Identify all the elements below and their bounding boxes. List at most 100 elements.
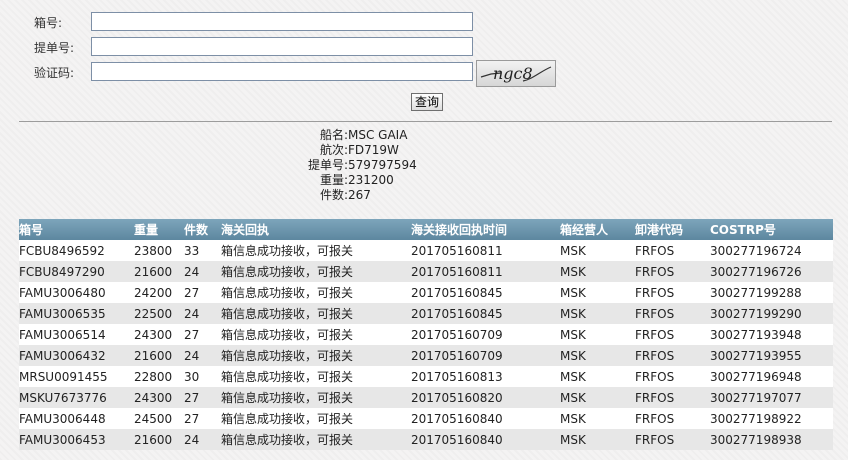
cell-container-no: FAMU3006514 <box>19 324 134 345</box>
vessel-value: MSC GAIA <box>348 128 408 142</box>
cell-receipt-time: 201705160845 <box>411 303 560 324</box>
cell-pieces: 24 <box>184 303 221 324</box>
cell-receipt-time: 201705160845 <box>411 282 560 303</box>
cell-operator: MSK <box>560 261 635 282</box>
voyage-value: FD719W <box>348 143 399 157</box>
cell-costrp-no: 300277196726 <box>710 261 833 282</box>
divider <box>19 121 832 122</box>
cell-container-no: MSKU7673776 <box>19 387 134 408</box>
cell-receipt-time: 201705160811 <box>411 240 560 261</box>
cell-port-code: FRFOS <box>635 324 710 345</box>
cell-weight: 24200 <box>134 282 184 303</box>
table-row: FAMU3006453 21600 24 箱信息成功接收，可报关 2017051… <box>19 429 833 450</box>
cell-customs-receipt: 箱信息成功接收，可报关 <box>221 429 411 450</box>
header-receipt-time: 海关接收回执时间 <box>411 219 560 240</box>
table-row: FCBU8496592 23800 33 箱信息成功接收，可报关 2017051… <box>19 240 833 261</box>
bl-no-input[interactable] <box>91 37 473 56</box>
cell-port-code: FRFOS <box>635 387 710 408</box>
captcha-image[interactable]: ngc8 <box>476 60 556 87</box>
header-costrp-no: COSTRP号 <box>710 219 833 240</box>
cell-container-no: FAMU3006535 <box>19 303 134 324</box>
cell-customs-receipt: 箱信息成功接收，可报关 <box>221 303 411 324</box>
cell-receipt-time: 201705160811 <box>411 261 560 282</box>
cell-costrp-no: 300277198922 <box>710 408 833 429</box>
cell-weight: 23800 <box>134 240 184 261</box>
table-row: FAMU3006448 24500 27 箱信息成功接收，可报关 2017051… <box>19 408 833 429</box>
weight-value: 231200 <box>348 173 394 187</box>
captcha-label: 验证码: <box>34 66 75 80</box>
cell-costrp-no: 300277198938 <box>710 429 833 450</box>
bl-value: 579797594 <box>348 158 417 172</box>
cell-costrp-no: 300277199288 <box>710 282 833 303</box>
table-row: FAMU3006480 24200 27 箱信息成功接收，可报关 2017051… <box>19 282 833 303</box>
pieces-line: 件数: 267 <box>0 188 848 203</box>
cell-customs-receipt: 箱信息成功接收，可报关 <box>221 282 411 303</box>
cell-operator: MSK <box>560 345 635 366</box>
cell-operator: MSK <box>560 408 635 429</box>
cell-operator: MSK <box>560 282 635 303</box>
cell-weight: 24300 <box>134 324 184 345</box>
cell-operator: MSK <box>560 240 635 261</box>
table-row: MRSU0091455 22800 30 箱信息成功接收，可报关 2017051… <box>19 366 833 387</box>
cell-weight: 21600 <box>134 261 184 282</box>
cell-customs-receipt: 箱信息成功接收，可报关 <box>221 366 411 387</box>
weight-line: 重量: 231200 <box>0 173 848 188</box>
vessel-label: 船名: <box>319 128 348 142</box>
cell-port-code: FRFOS <box>635 261 710 282</box>
cell-container-no: FAMU3006448 <box>19 408 134 429</box>
cell-weight: 22500 <box>134 303 184 324</box>
query-button[interactable]: 查询 <box>411 93 444 111</box>
cell-receipt-time: 201705160709 <box>411 324 560 345</box>
weight-label: 重量: <box>319 173 348 187</box>
table-row: FAMU3006535 22500 24 箱信息成功接收，可报关 2017051… <box>19 303 833 324</box>
cell-costrp-no: 300277197077 <box>710 387 833 408</box>
cell-pieces: 24 <box>184 429 221 450</box>
captcha-input[interactable] <box>91 62 473 81</box>
table-row: MSKU7673776 24300 27 箱信息成功接收，可报关 2017051… <box>19 387 833 408</box>
cell-pieces: 27 <box>184 282 221 303</box>
cell-weight: 24300 <box>134 387 184 408</box>
cell-weight: 24500 <box>134 408 184 429</box>
cell-operator: MSK <box>560 366 635 387</box>
cell-customs-receipt: 箱信息成功接收，可报关 <box>221 240 411 261</box>
container-table: 箱号 重量 件数 海关回执 海关接收回执时间 箱经营人 卸港代码 COSTRP号… <box>19 219 833 450</box>
cell-operator: MSK <box>560 324 635 345</box>
cell-costrp-no: 300277196948 <box>710 366 833 387</box>
cell-port-code: FRFOS <box>635 240 710 261</box>
cell-pieces: 30 <box>184 366 221 387</box>
cell-pieces: 33 <box>184 240 221 261</box>
cell-receipt-time: 201705160820 <box>411 387 560 408</box>
cell-operator: MSK <box>560 429 635 450</box>
header-weight: 重量 <box>134 219 184 240</box>
cell-customs-receipt: 箱信息成功接收，可报关 <box>221 324 411 345</box>
table-row: FAMU3006432 21600 24 箱信息成功接收，可报关 2017051… <box>19 345 833 366</box>
cell-operator: MSK <box>560 303 635 324</box>
cell-operator: MSK <box>560 387 635 408</box>
shipment-summary: 船名: MSC GAIA 航次: FD719W 提单号: 579797594 重… <box>0 128 848 203</box>
table-header-row: 箱号 重量 件数 海关回执 海关接收回执时间 箱经营人 卸港代码 COSTRP号 <box>19 219 833 240</box>
voyage-line: 航次: FD719W <box>0 143 848 158</box>
cell-container-no: MRSU0091455 <box>19 366 134 387</box>
voyage-label: 航次: <box>319 143 348 157</box>
cell-container-no: FAMU3006453 <box>19 429 134 450</box>
cell-container-no: FAMU3006432 <box>19 345 134 366</box>
cell-pieces: 24 <box>184 261 221 282</box>
cell-pieces: 24 <box>184 345 221 366</box>
cell-pieces: 27 <box>184 408 221 429</box>
cell-customs-receipt: 箱信息成功接收，可报关 <box>221 387 411 408</box>
header-operator: 箱经营人 <box>560 219 635 240</box>
cell-weight: 22800 <box>134 366 184 387</box>
cell-container-no: FCBU8497290 <box>19 261 134 282</box>
captcha-graphic: ngc8 <box>480 64 552 83</box>
header-pieces: 件数 <box>184 219 221 240</box>
header-port-code: 卸港代码 <box>635 219 710 240</box>
cell-pieces: 27 <box>184 387 221 408</box>
cell-weight: 21600 <box>134 429 184 450</box>
pieces-value: 267 <box>348 188 371 202</box>
cell-receipt-time: 201705160709 <box>411 345 560 366</box>
cell-port-code: FRFOS <box>635 303 710 324</box>
cell-container-no: FCBU8496592 <box>19 240 134 261</box>
container-no-input[interactable] <box>91 12 473 31</box>
cell-pieces: 27 <box>184 324 221 345</box>
cell-receipt-time: 201705160813 <box>411 366 560 387</box>
